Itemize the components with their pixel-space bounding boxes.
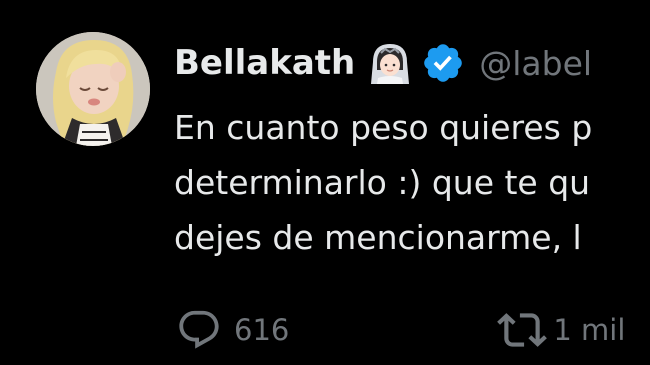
bride-emoji-icon <box>367 40 413 86</box>
display-name[interactable]: Bellakath <box>174 43 355 83</box>
tweet-text-line: En cuanto peso quieres p <box>174 108 593 147</box>
handle[interactable]: @label <box>479 44 592 83</box>
tweet-text-line: dejes de mencionarme, l <box>174 218 582 257</box>
reply-button[interactable]: 616 <box>176 307 289 353</box>
retweet-icon <box>497 305 548 355</box>
avatar[interactable] <box>36 32 150 146</box>
tweet-actions: 616 1 mil <box>174 304 650 356</box>
tweet[interactable]: Bellakath @label En cuanto peso quieres … <box>0 0 650 365</box>
retweet-button[interactable]: 1 mil <box>497 305 625 355</box>
tweet-header: Bellakath @label <box>174 36 650 90</box>
reply-count: 616 <box>234 313 290 347</box>
tweet-text-line: determinarlo :) que te qu <box>174 163 591 202</box>
retweet-count: 1 mil <box>553 313 626 347</box>
verified-checkmark-icon[interactable] <box>421 41 465 85</box>
reply-bubble-icon <box>176 307 222 353</box>
tweet-text: En cuanto peso quieres p determinarlo :)… <box>174 100 650 265</box>
